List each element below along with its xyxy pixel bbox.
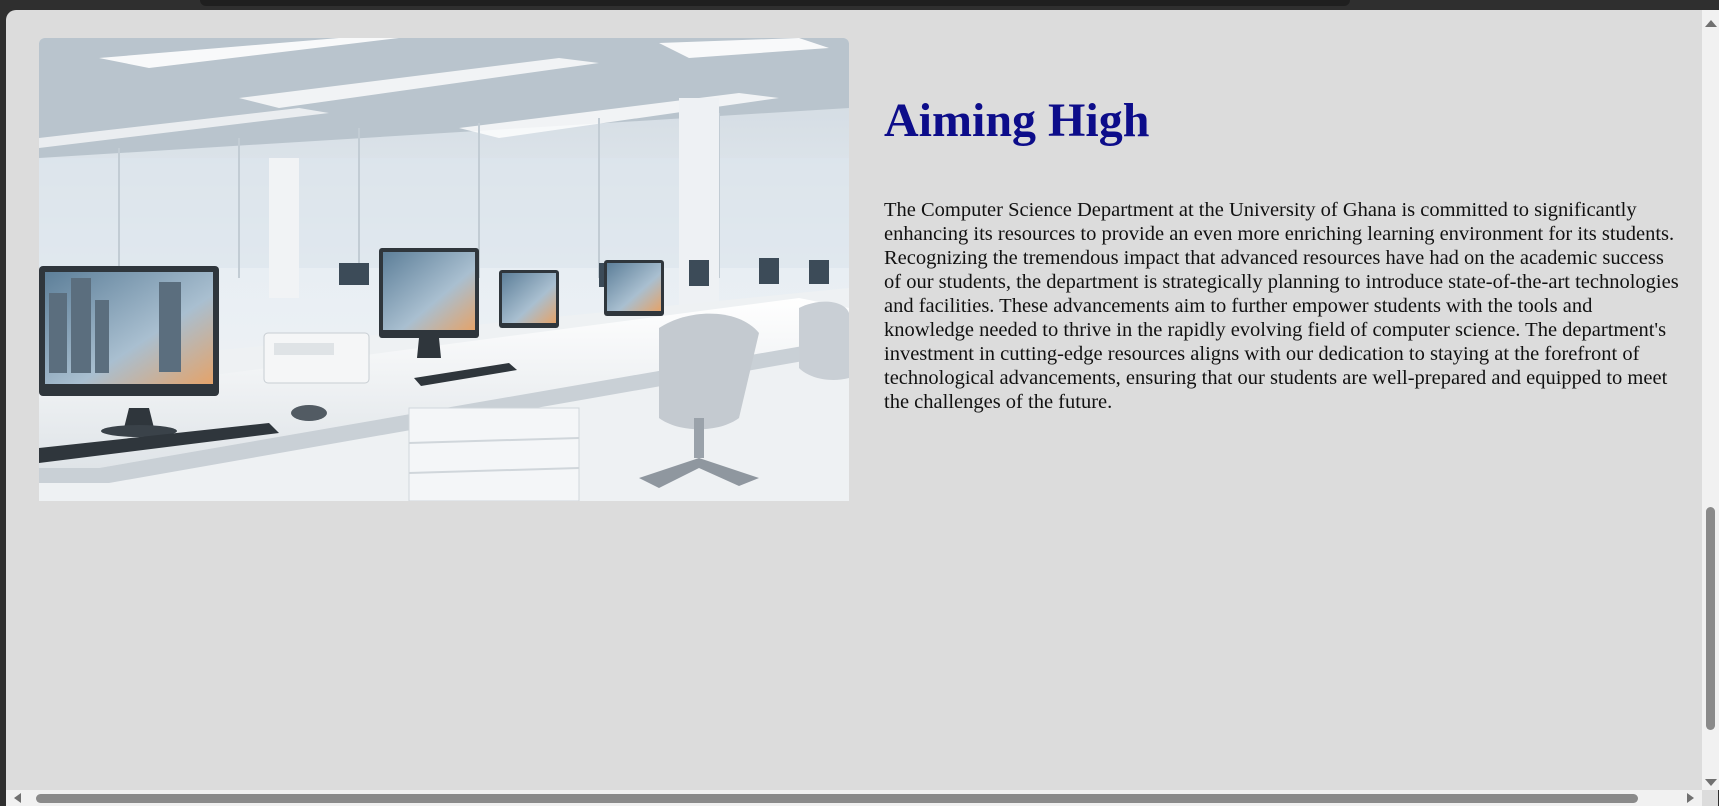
vertical-scroll-thumb[interactable] bbox=[1706, 507, 1715, 730]
section-heading: Aiming High bbox=[884, 94, 1150, 147]
horizontal-scrollbar[interactable] bbox=[6, 790, 1702, 806]
horizontal-scroll-thumb[interactable] bbox=[36, 794, 1638, 803]
section-paragraph: The Computer Science Department at the U… bbox=[884, 198, 1679, 413]
scroll-right-arrow-icon[interactable] bbox=[1687, 793, 1694, 803]
vertical-scrollbar[interactable] bbox=[1702, 10, 1719, 790]
scroll-left-arrow-icon[interactable] bbox=[14, 793, 21, 803]
scroll-down-arrow-icon[interactable] bbox=[1705, 779, 1717, 786]
content-section: Aiming High The Computer Science Departm… bbox=[884, 94, 1684, 414]
window-top-strip bbox=[200, 0, 1350, 6]
scroll-up-arrow-icon[interactable] bbox=[1705, 20, 1717, 27]
browser-window: Aiming High The Computer Science Departm… bbox=[0, 0, 1719, 806]
page-viewport: Aiming High The Computer Science Departm… bbox=[6, 10, 1718, 806]
computer-lab-image bbox=[39, 38, 849, 501]
